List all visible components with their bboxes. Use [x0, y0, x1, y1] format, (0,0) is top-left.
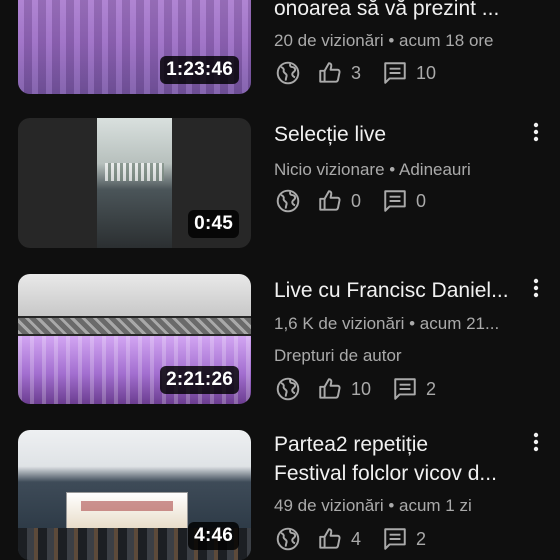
- thumbs-up-icon[interactable]: [316, 375, 344, 403]
- comment-count: 2: [416, 528, 427, 549]
- duration-badge: 1:23:46: [160, 56, 239, 84]
- comment-icon[interactable]: [381, 187, 409, 215]
- globe-icon: [274, 525, 302, 553]
- more-vert-icon: [533, 122, 539, 142]
- comment-count: 10: [416, 62, 437, 83]
- more-options-button[interactable]: [526, 276, 546, 300]
- more-options-button[interactable]: [526, 120, 546, 144]
- more-options-button[interactable]: [526, 430, 546, 454]
- video-stats: 10 2: [274, 374, 436, 404]
- like-count: 3: [351, 62, 362, 83]
- thumbnail-image: [97, 118, 172, 248]
- video-thumbnail[interactable]: 0:45: [18, 118, 251, 248]
- like-count: 4: [351, 528, 362, 549]
- duration-badge: 4:46: [188, 522, 239, 550]
- comment-icon[interactable]: [391, 375, 419, 403]
- video-thumbnail[interactable]: 1:23:46: [18, 0, 251, 94]
- video-title[interactable]: Partea2 repetiție: [274, 430, 524, 459]
- more-vert-icon: [533, 278, 539, 298]
- video-meta: 1,6 K de vizionări • acum 21...: [274, 314, 500, 333]
- like-count: 0: [351, 190, 362, 211]
- comment-count: 2: [426, 378, 437, 399]
- video-meta: 20 de vizionări • acum 18 ore: [274, 31, 494, 50]
- like-count: 10: [351, 378, 372, 399]
- comment-icon[interactable]: [381, 525, 409, 553]
- comment-icon[interactable]: [381, 59, 409, 87]
- video-title[interactable]: Live cu Francisc Daniel...: [274, 276, 524, 305]
- duration-badge: 2:21:26: [160, 366, 239, 394]
- video-thumbnail[interactable]: 2:21:26: [18, 274, 251, 404]
- comment-count: 0: [416, 190, 427, 211]
- video-title-line2[interactable]: Festival folclor vicov d...: [274, 459, 524, 488]
- globe-icon: [274, 187, 302, 215]
- video-stats: 0 0: [274, 186, 426, 216]
- more-vert-icon: [533, 432, 539, 452]
- globe-icon: [274, 375, 302, 403]
- globe-icon: [274, 59, 302, 87]
- duration-badge: 0:45: [188, 210, 239, 238]
- video-thumbnail[interactable]: 4:46: [18, 430, 251, 560]
- video-meta: Nicio vizionare • Adineauri: [274, 160, 471, 179]
- video-stats: 4 2: [274, 524, 426, 554]
- thumbs-up-icon[interactable]: [316, 525, 344, 553]
- video-copyright: Drepturi de autor: [274, 346, 402, 365]
- video-title[interactable]: onoarea să vă prezint ...: [274, 0, 524, 23]
- video-stats: 3 10: [274, 58, 436, 88]
- thumbs-up-icon[interactable]: [316, 187, 344, 215]
- thumbs-up-icon[interactable]: [316, 59, 344, 87]
- thumbnail-image: [18, 274, 251, 316]
- video-meta: 49 de vizionări • acum 1 zi: [274, 496, 472, 515]
- video-title[interactable]: Selecție live: [274, 120, 524, 149]
